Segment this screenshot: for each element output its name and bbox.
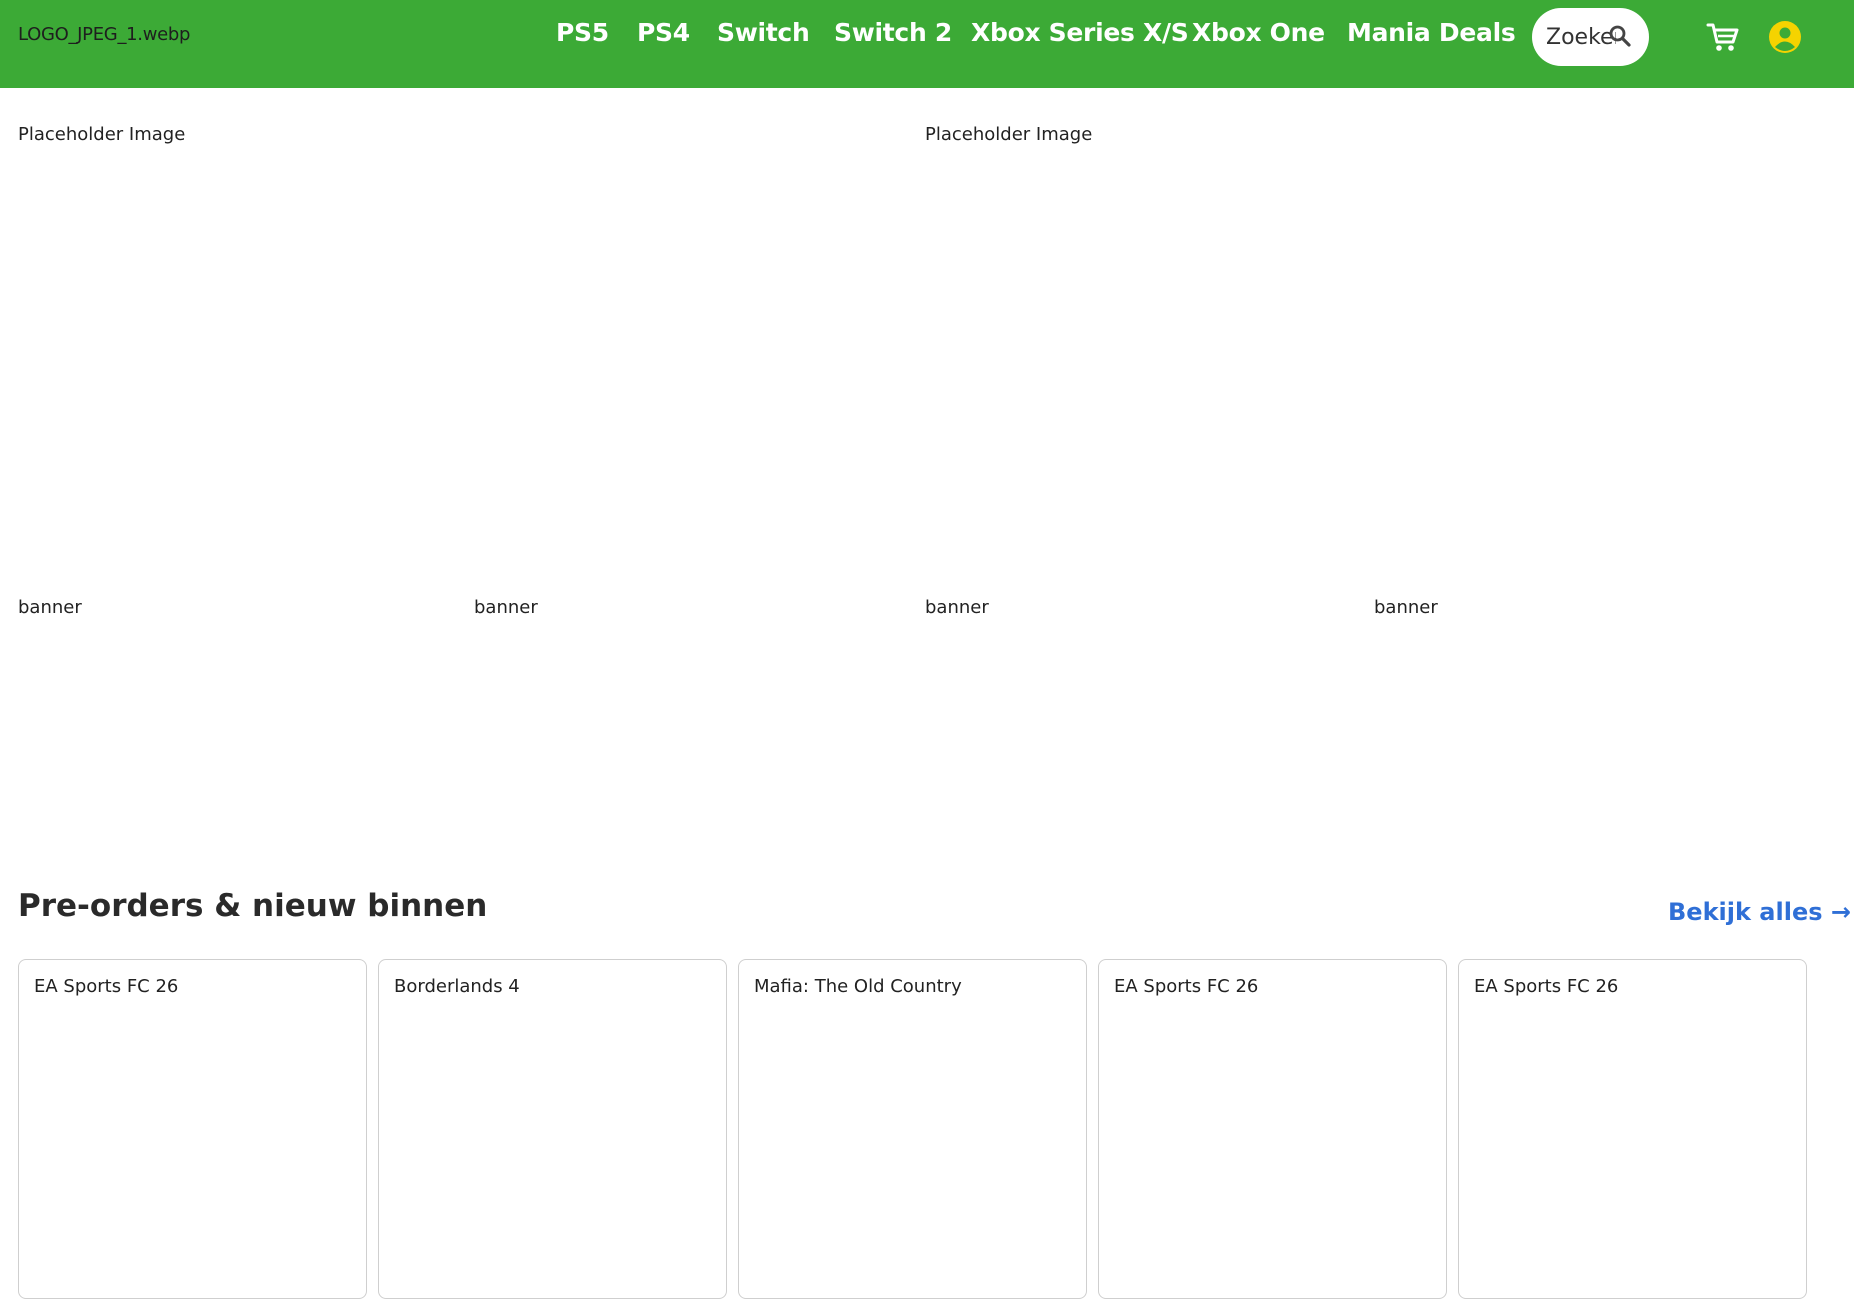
nav-item-ps4[interactable]: PS4: [637, 18, 690, 47]
cart-icon[interactable]: [1706, 20, 1740, 54]
product-title: EA Sports FC 26: [34, 976, 179, 997]
nav-item-switch-2[interactable]: Switch 2: [834, 18, 952, 47]
product-card[interactable]: Mafia: The Old Country: [738, 959, 1087, 1299]
nav-item-ps5[interactable]: PS5: [556, 18, 609, 47]
banner-4[interactable]: banner: [1374, 597, 1438, 618]
see-all-link[interactable]: Bekijk alles →: [1668, 898, 1851, 926]
user-icon[interactable]: [1768, 20, 1802, 54]
hero-image-left[interactable]: Placeholder Image: [18, 124, 185, 145]
product-title: Borderlands 4: [394, 976, 520, 997]
product-card[interactable]: EA Sports FC 26: [18, 959, 367, 1299]
product-title: EA Sports FC 26: [1114, 976, 1259, 997]
site-header: LOGO_JPEG_1.webp PS5 PS4 Switch Switch 2…: [0, 0, 1854, 88]
product-title: Mafia: The Old Country: [754, 976, 962, 997]
product-title: EA Sports FC 26: [1474, 976, 1619, 997]
banner-3[interactable]: banner: [925, 597, 989, 618]
nav-item-xbox-series[interactable]: Xbox Series X/S: [971, 18, 1189, 47]
section-title: Pre-orders & nieuw binnen: [18, 888, 488, 924]
hero-image-right[interactable]: Placeholder Image: [925, 124, 1092, 145]
product-card[interactable]: EA Sports FC 26: [1098, 959, 1447, 1299]
product-card[interactable]: Borderlands 4: [378, 959, 727, 1299]
search-box: [1532, 8, 1649, 66]
search-input[interactable]: [1546, 22, 1616, 52]
nav-item-xbox-one[interactable]: Xbox One: [1192, 18, 1325, 47]
search-icon[interactable]: [1608, 24, 1632, 48]
nav-item-switch[interactable]: Switch: [717, 18, 810, 47]
product-card[interactable]: EA Sports FC 26: [1458, 959, 1807, 1299]
nav-item-mania-deals[interactable]: Mania Deals: [1347, 18, 1516, 47]
banner-2[interactable]: banner: [474, 597, 538, 618]
banner-1[interactable]: banner: [18, 597, 82, 618]
